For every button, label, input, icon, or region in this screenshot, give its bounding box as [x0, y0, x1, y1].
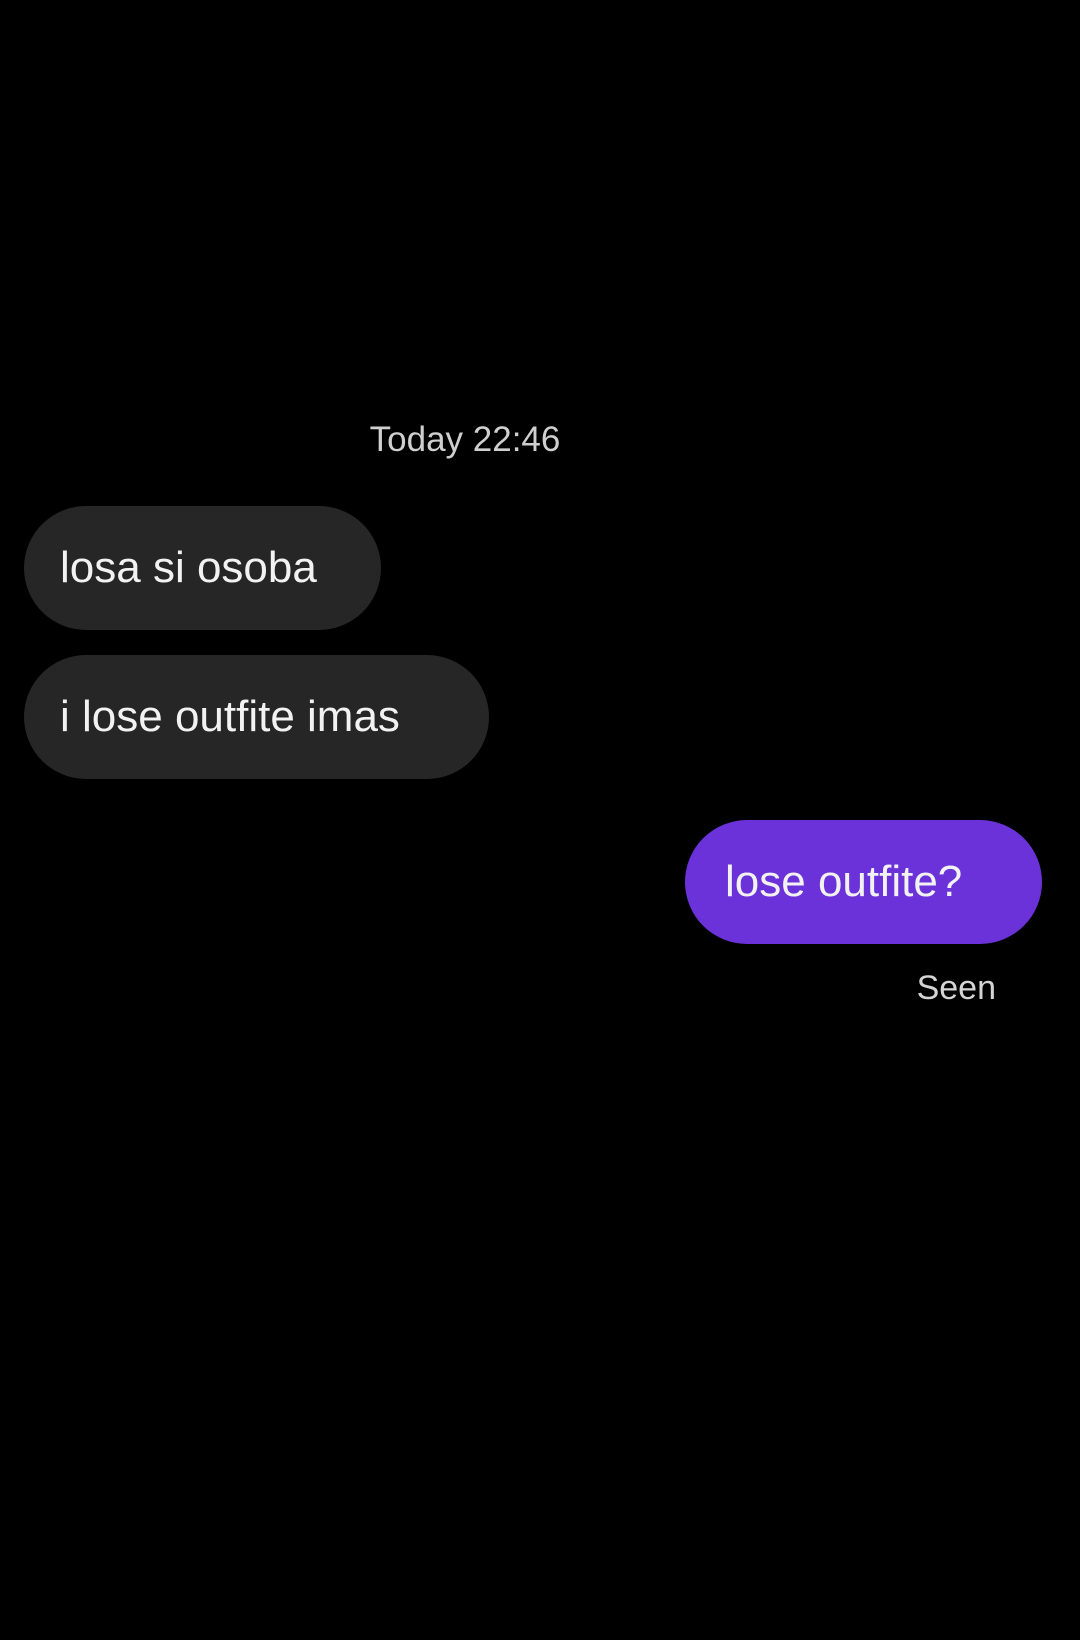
seen-receipt: Seen: [916, 969, 996, 1007]
message-text: i lose outfite imas: [60, 692, 400, 741]
incoming-message-bubble[interactable]: losa si osoba: [24, 506, 381, 630]
chat-thread: Today 22:46 losa si osoba i lose outfite…: [0, 0, 1080, 1640]
outgoing-message-bubble[interactable]: lose outfite?: [685, 820, 1042, 944]
message-timestamp: Today 22:46: [369, 420, 561, 459]
message-text: lose outfite?: [725, 857, 963, 906]
incoming-message-bubble[interactable]: i lose outfite imas: [24, 655, 489, 779]
message-text: losa si osoba: [60, 543, 317, 592]
